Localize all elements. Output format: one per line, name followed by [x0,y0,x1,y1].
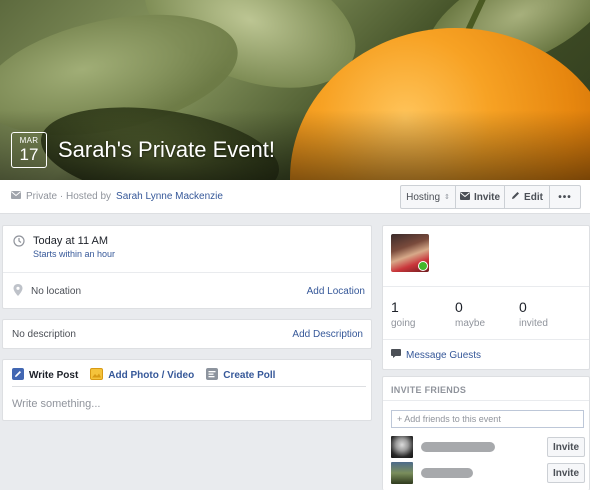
guests-card: 1 going 0 maybe 0 invited Message Guests [382,225,590,370]
poll-icon [206,368,219,383]
add-description-link[interactable]: Add Description [292,329,363,340]
hosting-label: Hosting [406,191,441,203]
guest-avatar[interactable] [391,234,429,272]
count-going[interactable]: 1 going [391,299,455,329]
friend-avatar[interactable] [391,436,413,458]
count-maybe[interactable]: 0 maybe [455,299,519,329]
count-label: maybe [455,318,486,329]
going-check-icon [418,261,428,271]
friend-invite-button[interactable]: Invite [547,437,585,457]
count-invited[interactable]: 0 invited [519,299,583,329]
count-number: 0 [455,299,463,315]
invite-friends-card: INVITE FRIENDS + Add friends to this eve… [382,376,590,490]
create-poll-label: Create Poll [223,370,276,381]
friend-name-redacted [421,468,473,478]
envelope-icon [459,191,470,203]
message-guests-link[interactable]: Message Guests [391,349,481,361]
location-text: No location [31,286,82,297]
write-post-tab[interactable]: Write Post [12,368,78,383]
date-day: 17 [19,145,39,164]
description-card: No description Add Description [2,319,372,349]
count-label: going [391,318,416,329]
guest-counts: 1 going 0 maybe 0 invited [391,299,583,329]
envelope-icon [11,191,21,202]
count-label: invited [519,318,548,329]
write-post-label: Write Post [29,370,79,381]
add-friends-input[interactable]: + Add friends to this event [391,410,584,428]
pencil-square-icon [12,368,24,383]
divider [383,286,589,287]
host-name-link[interactable]: Sarah Lynne Mackenzie [116,191,223,202]
event-title: Sarah's Private Event! [58,137,275,162]
description-text: No description [12,329,76,340]
divider [383,339,589,340]
edit-button[interactable]: Edit [504,185,550,209]
composer-divider [12,386,366,387]
event-time-sub: Starts within an hour [33,249,116,259]
friend-invite-button[interactable]: Invite [547,463,585,483]
event-location-row: No location Add Location [13,284,365,299]
divider [3,272,371,273]
invite-label: Invite [473,191,501,203]
add-photo-video-tab[interactable]: Add Photo / Video [90,368,194,383]
hosting-dropdown[interactable]: Hosting ⇕ [400,185,456,209]
message-guests-label: Message Guests [406,349,482,361]
event-date-badge: MAR 17 [11,132,47,168]
more-label: ••• [558,191,572,203]
invite-friends-header: INVITE FRIENDS [391,385,467,395]
map-pin-icon [13,284,23,299]
clock-icon [13,235,25,259]
add-photo-video-label: Add Photo / Video [108,370,195,381]
event-details-card: Today at 11 AM Starts within an hour No … [2,225,372,309]
host-info: Private · Hosted by Sarah Lynne Mackenzi… [11,191,223,202]
message-icon [391,349,401,361]
divider [383,400,589,401]
friend-avatar[interactable] [391,462,413,484]
friend-suggestion: Invite [391,436,585,458]
privacy-label: Private · Hosted by [26,191,112,202]
updown-caret-icon: ⇕ [444,194,450,201]
invite-button[interactable]: Invite [455,185,505,209]
event-time: Today at 11 AM [33,235,109,247]
pencil-icon [511,191,520,203]
post-composer: Write Post Add Photo / Video Create Poll… [2,359,372,421]
friend-name-redacted [421,442,495,452]
event-action-buttons: Hosting ⇕ Invite Edit ••• [400,185,581,209]
create-poll-tab[interactable]: Create Poll [206,368,275,383]
composer-tabs: Write Post Add Photo / Video Create Poll [12,368,275,383]
edit-label: Edit [524,191,543,203]
friend-suggestion: Invite [391,462,585,484]
count-number: 0 [519,299,527,315]
event-time-row: Today at 11 AM Starts within an hour [13,235,115,259]
more-options-button[interactable]: ••• [549,185,581,209]
add-location-link[interactable]: Add Location [307,286,365,297]
post-input[interactable]: Write something... [12,398,100,410]
photo-icon [90,368,104,383]
count-number: 1 [391,299,399,315]
